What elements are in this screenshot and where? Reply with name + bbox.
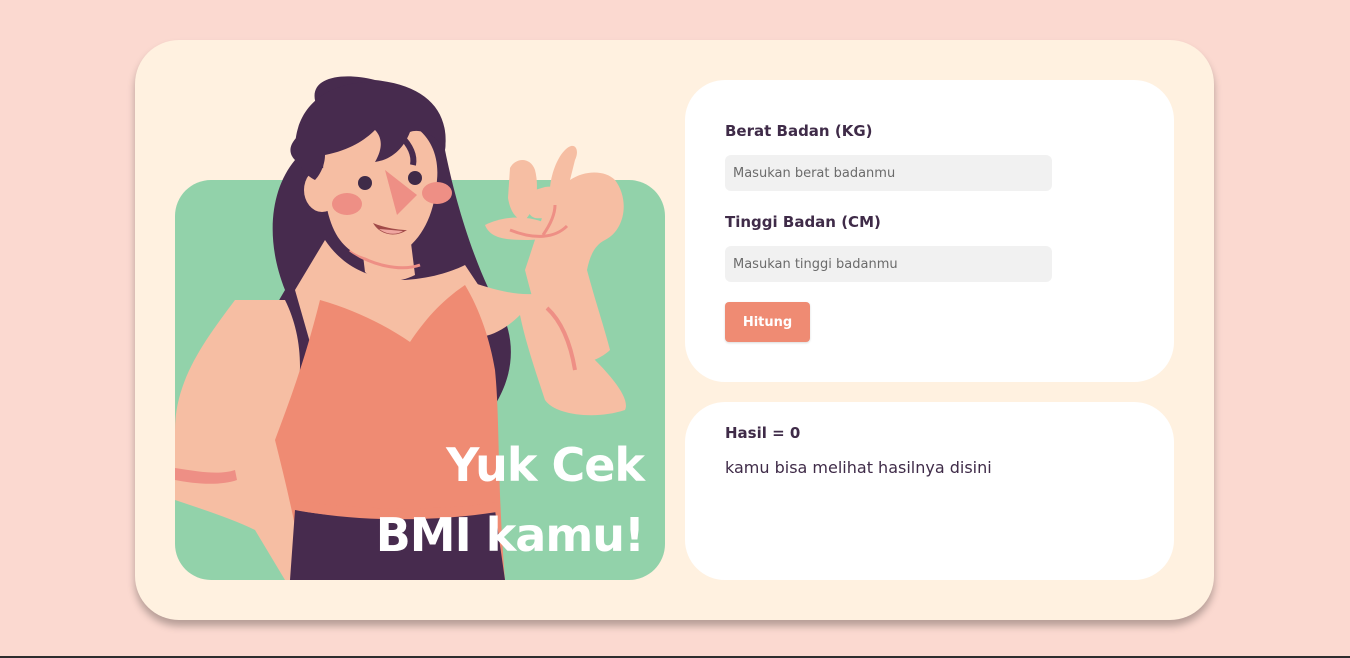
hero-title: Yuk Cek BMI kamu! — [284, 430, 645, 570]
page: Yuk Cek BMI kamu! Berat Badan (KG) Tingg… — [0, 0, 1350, 658]
weight-input[interactable] — [725, 155, 1052, 191]
calculate-button[interactable]: Hitung — [725, 302, 810, 342]
hero-title-line1: Yuk Cek — [446, 438, 645, 492]
result-title: Hasil = 0 — [725, 424, 801, 442]
bmi-form: Berat Badan (KG) Tinggi Badan (CM) Hitun… — [685, 80, 1174, 382]
result-panel: Hasil = 0 kamu bisa melihat hasilnya dis… — [685, 402, 1174, 580]
hero-title-line2: BMI kamu! — [375, 508, 645, 562]
height-input[interactable] — [725, 246, 1052, 282]
bmi-card: Yuk Cek BMI kamu! Berat Badan (KG) Tingg… — [135, 40, 1214, 620]
result-message: kamu bisa melihat hasilnya disini — [725, 458, 992, 477]
weight-label: Berat Badan (KG) — [725, 122, 873, 140]
height-label: Tinggi Badan (CM) — [725, 213, 881, 231]
